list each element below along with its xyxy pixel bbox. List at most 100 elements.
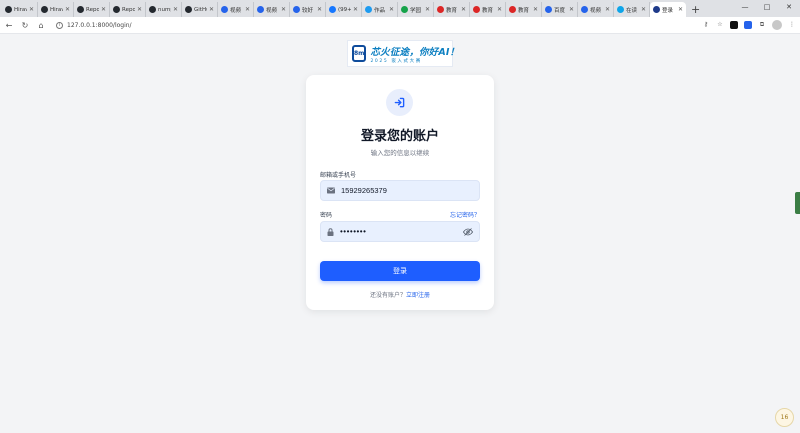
tab-favicon-icon: [653, 6, 660, 13]
url-text: 127.0.0.1:8000/login/: [67, 21, 132, 29]
address-bar[interactable]: i 127.0.0.1:8000/login/: [52, 19, 692, 31]
browser-tab[interactable]: 视频 ✕: [218, 2, 254, 17]
maximize-button[interactable]: □: [756, 0, 778, 14]
tab-favicon-icon: [473, 6, 480, 13]
tab-close-icon[interactable]: ✕: [678, 6, 683, 13]
tab-title: 作品: [374, 7, 386, 14]
star-icon[interactable]: ☆: [716, 21, 724, 29]
tab-title: 教育: [482, 7, 494, 14]
browser-tab[interactable]: 作品 ✕: [362, 2, 398, 17]
browser-tab[interactable]: 在读 ✕: [614, 2, 650, 17]
tab-title: 登录: [662, 7, 674, 14]
lock-icon: [327, 227, 334, 236]
browser-tab[interactable]: 视频 ✕: [254, 2, 290, 17]
browser-tab[interactable]: 教育 ✕: [434, 2, 470, 17]
register-link[interactable]: 立即注册: [406, 292, 430, 299]
envelope-icon: [327, 187, 335, 194]
tab-close-icon[interactable]: ✕: [29, 6, 34, 13]
tab-close-icon[interactable]: ✕: [65, 6, 70, 13]
tab-close-icon[interactable]: ✕: [533, 6, 538, 13]
extension-icon[interactable]: [730, 21, 738, 29]
tab-close-icon[interactable]: ✕: [605, 6, 610, 13]
tab-close-icon[interactable]: ✕: [101, 6, 106, 13]
register-prompt: 还没有账户？立即注册: [306, 290, 494, 299]
floating-widget[interactable]: 16: [775, 408, 794, 427]
tab-close-icon[interactable]: ✕: [389, 6, 394, 13]
tab-close-icon[interactable]: ✕: [173, 6, 178, 13]
tab-close-icon[interactable]: ✕: [353, 6, 358, 13]
email-value: 15929265379: [341, 186, 387, 195]
extension-icon[interactable]: [744, 21, 752, 29]
contest-logo: 8m 芯火征途，你好AI！ 2025 嵌入式大赛: [347, 40, 459, 67]
browser-tab[interactable]: Hirav✕: [38, 2, 74, 17]
tab-close-icon[interactable]: ✕: [461, 6, 466, 13]
reload-icon[interactable]: ↻: [20, 21, 30, 30]
logo-main-text: 芯火征途，你好AI！: [370, 46, 460, 58]
tab-title: 较好: [302, 7, 314, 14]
tab-title: nump: [158, 6, 171, 13]
browser-tab[interactable]: Hirav✕: [2, 2, 38, 17]
window-controls: — □ ✕: [734, 0, 800, 14]
back-icon[interactable]: ←: [4, 21, 14, 30]
browser-tab[interactable]: Repo ✕: [110, 2, 146, 17]
tab-title: 教育: [518, 7, 530, 14]
browser-toolbar: ← ↻ ⌂ i 127.0.0.1:8000/login/ ⚷ ☆ ⧉ ⋮: [0, 17, 800, 34]
tab-title: 视频: [266, 7, 278, 14]
forgot-password-link[interactable]: 忘记密码？: [450, 210, 480, 219]
menu-icon[interactable]: ⋮: [788, 21, 796, 29]
tab-favicon-icon: [185, 6, 192, 13]
sign-in-icon: [394, 97, 405, 108]
logo-sub-text: 2025 嵌入式大赛: [370, 58, 422, 64]
tab-close-icon[interactable]: ✕: [281, 6, 286, 13]
password-field[interactable]: ••••••••: [320, 221, 480, 242]
tab-favicon-icon: [41, 6, 48, 13]
tab-favicon-icon: [329, 6, 336, 13]
password-value: ••••••••: [340, 227, 367, 236]
login-button[interactable]: 登录: [320, 261, 480, 281]
key-icon[interactable]: ⚷: [702, 21, 710, 29]
profile-avatar[interactable]: [772, 20, 782, 30]
browser-tab[interactable]: Repo ✕: [74, 2, 110, 17]
browser-tab[interactable]: GitHu✕: [182, 2, 218, 17]
tab-favicon-icon: [5, 6, 12, 13]
puzzle-icon[interactable]: ⧉: [758, 21, 766, 29]
tab-close-icon[interactable]: ✕: [317, 6, 322, 13]
minimize-button[interactable]: —: [734, 0, 756, 14]
tab-close-icon[interactable]: ✕: [245, 6, 250, 13]
new-tab-button[interactable]: +: [691, 2, 700, 17]
browser-tab[interactable]: 较好 ✕: [290, 2, 326, 17]
site-info-icon[interactable]: i: [56, 21, 63, 29]
tab-favicon-icon: [113, 6, 120, 13]
tab-close-icon[interactable]: ✕: [209, 6, 214, 13]
login-badge: [386, 89, 413, 116]
browser-tab[interactable]: nump✕: [146, 2, 182, 17]
tab-favicon-icon: [617, 6, 624, 13]
eye-slash-icon[interactable]: [463, 227, 473, 236]
tab-close-icon[interactable]: ✕: [569, 6, 574, 13]
tab-title: Hirav: [50, 6, 63, 13]
browser-tab[interactable]: 登录 ✕: [650, 2, 686, 17]
tab-title: 学园: [410, 7, 422, 14]
browser-tab[interactable]: 视频 ✕: [578, 2, 614, 17]
page-title: 登录您的账户: [360, 129, 439, 144]
side-panel-handle[interactable]: [795, 192, 800, 214]
tab-title: 百度: [554, 7, 566, 14]
home-icon[interactable]: ⌂: [36, 21, 46, 30]
tab-close-icon[interactable]: ✕: [137, 6, 142, 13]
browser-tab[interactable]: 学园 ✕: [398, 2, 434, 17]
browser-tab[interactable]: 教育 ✕: [506, 2, 542, 17]
browser-tab[interactable]: (99+ ✕: [326, 2, 362, 17]
tab-favicon-icon: [581, 6, 588, 13]
tab-favicon-icon: [509, 6, 516, 13]
tab-close-icon[interactable]: ✕: [497, 6, 502, 13]
tab-close-icon[interactable]: ✕: [641, 6, 646, 13]
browser-tab[interactable]: 教育 ✕: [470, 2, 506, 17]
browser-tab[interactable]: 百度 ✕: [542, 2, 578, 17]
tab-close-icon[interactable]: ✕: [425, 6, 430, 13]
close-window-button[interactable]: ✕: [778, 0, 800, 14]
password-label: 密码: [320, 212, 333, 219]
tab-favicon-icon: [149, 6, 156, 13]
email-field[interactable]: 15929265379: [320, 180, 480, 201]
login-card: 登录您的账户 输入您的信息以继续 邮箱或手机号 15929265379 密码 忘…: [306, 75, 494, 310]
tab-title: Repo: [122, 6, 135, 13]
